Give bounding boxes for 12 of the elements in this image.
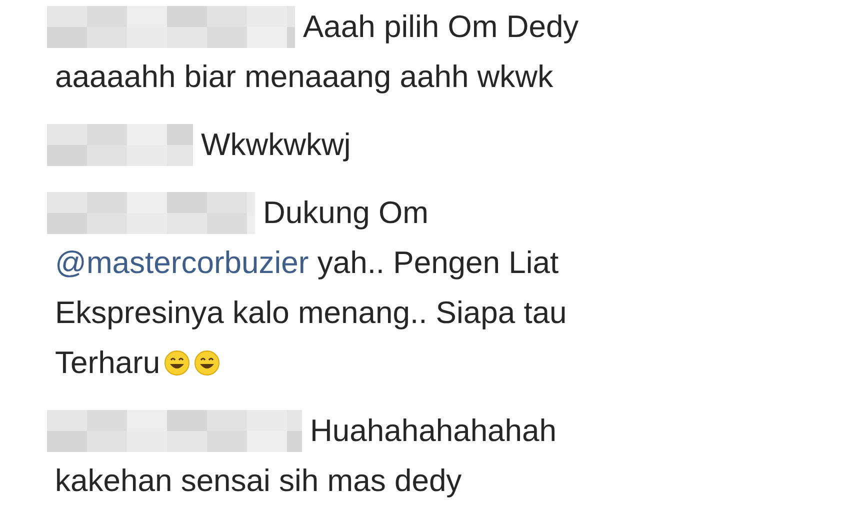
grinning-emoji-icon <box>194 350 220 376</box>
comment-text: Huahahahahahah <box>310 413 557 449</box>
comment-text: Dukung Om <box>263 195 428 231</box>
comment-text: Wkwkwkwj <box>201 127 351 163</box>
comment-text: Terharu <box>55 345 160 381</box>
grinning-emoji-icon <box>164 350 190 376</box>
comment-text: Aaah pilih Om Dedy <box>303 9 579 45</box>
mention-link[interactable]: @mastercorbuzier <box>55 245 309 280</box>
comment-text: @mastercorbuzier yah.. Pengen Liat <box>55 245 559 281</box>
comment-text: Ekspresinya kalo menang.. Siapa tau <box>55 295 567 331</box>
comment-text: aaaaahh biar menaaang aahh wkwk <box>55 59 554 95</box>
comment-text: kakehan sensai sih mas dedy <box>55 463 462 499</box>
